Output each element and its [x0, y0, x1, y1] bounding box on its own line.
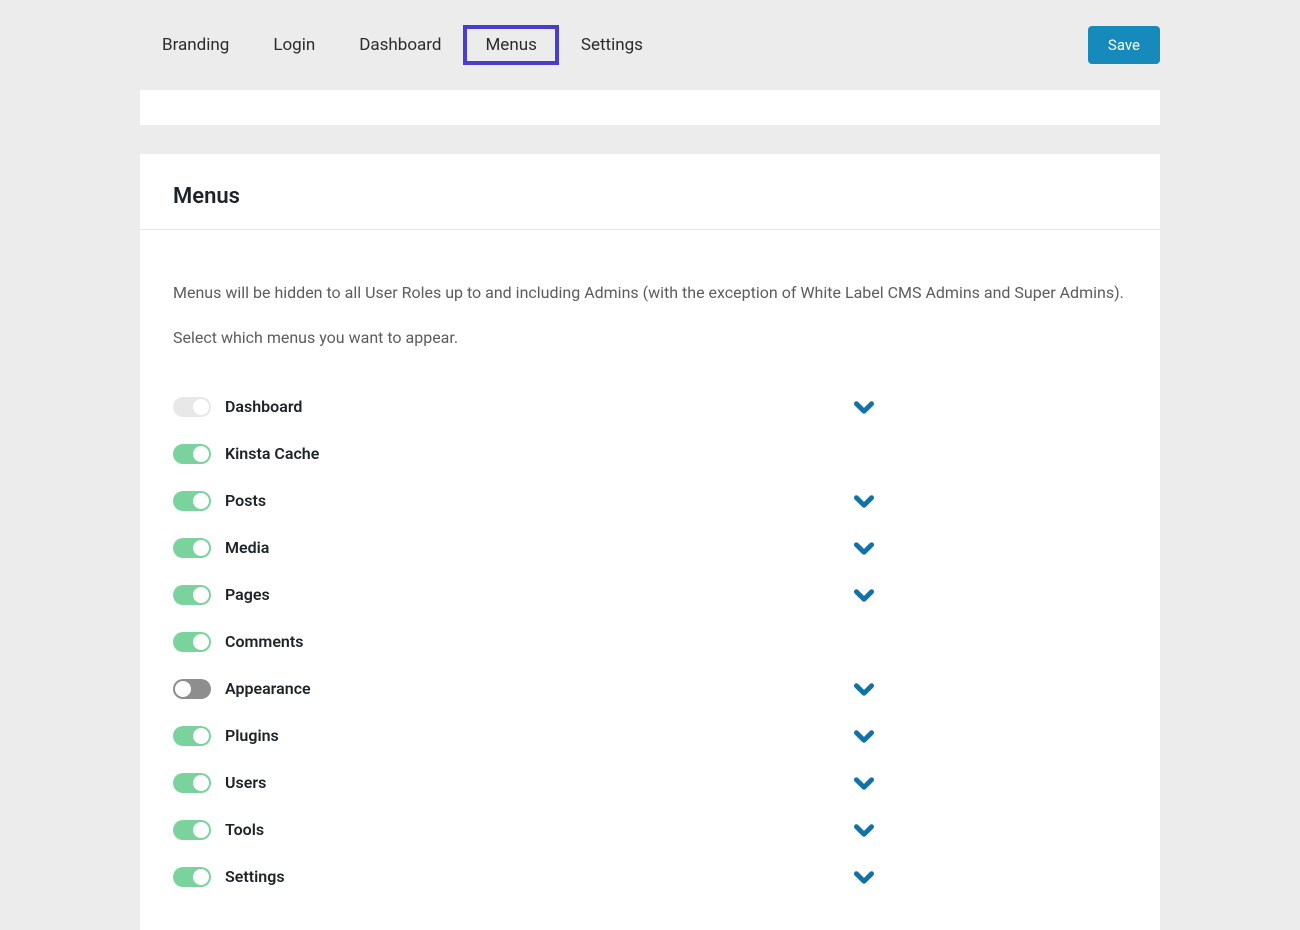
tab-branding[interactable]: Branding — [140, 25, 251, 65]
menu-item-label: Users — [225, 773, 851, 792]
menu-item-row: Plugins — [173, 712, 1127, 759]
menu-item-row: Posts — [173, 477, 1127, 524]
toggle-settings[interactable] — [173, 867, 211, 887]
panel-header: Menus — [140, 154, 1160, 230]
menu-item-row: Comments — [173, 618, 1127, 665]
header-bar: Branding Login Dashboard Menus Settings … — [0, 0, 1300, 90]
menu-item-label: Media — [225, 538, 851, 557]
panel-description: Menus will be hidden to all User Roles u… — [173, 280, 1127, 306]
chevron-down-icon[interactable] — [851, 676, 877, 702]
tab-dashboard[interactable]: Dashboard — [337, 25, 463, 65]
tab-settings[interactable]: Settings — [559, 25, 665, 65]
menu-item-label: Posts — [225, 491, 851, 510]
chevron-down-icon[interactable] — [851, 770, 877, 796]
menus-panel: Menus Menus will be hidden to all User R… — [140, 154, 1160, 930]
panel-body: Menus will be hidden to all User Roles u… — [140, 230, 1160, 930]
menu-item-label: Dashboard — [225, 397, 851, 416]
panel-instructions: Select which menus you want to appear. — [173, 328, 1127, 347]
tab-login[interactable]: Login — [251, 25, 337, 65]
menu-item-label: Pages — [225, 585, 851, 604]
menu-item-row: Kinsta Cache — [173, 430, 1127, 477]
menu-item-label: Tools — [225, 820, 851, 839]
menu-item-label: Plugins — [225, 726, 851, 745]
toggle-comments[interactable] — [173, 632, 211, 652]
menu-item-label: Settings — [225, 867, 851, 886]
chevron-down-icon[interactable] — [851, 817, 877, 843]
content-container: Menus Menus will be hidden to all User R… — [140, 90, 1160, 930]
toggle-dashboard[interactable] — [173, 397, 211, 417]
chevron-down-icon[interactable] — [851, 723, 877, 749]
chevron-down-icon[interactable] — [851, 535, 877, 561]
panel-title: Menus — [173, 184, 1127, 209]
menu-items-list: Dashboard Kinsta Cache Posts Media Pages Comm… — [173, 383, 1127, 900]
toggle-plugins[interactable] — [173, 726, 211, 746]
toggle-kinsta-cache[interactable] — [173, 444, 211, 464]
menu-item-row: Dashboard — [173, 383, 1127, 430]
menu-item-row: Pages — [173, 571, 1127, 618]
toggle-media[interactable] — [173, 538, 211, 558]
toggle-appearance[interactable] — [173, 679, 211, 699]
chevron-down-icon[interactable] — [851, 582, 877, 608]
toggle-pages[interactable] — [173, 585, 211, 605]
menu-item-row: Appearance — [173, 665, 1127, 712]
top-spacer-card — [140, 90, 1160, 125]
menu-item-row: Settings — [173, 853, 1127, 900]
menu-item-row: Media — [173, 524, 1127, 571]
save-button[interactable]: Save — [1088, 26, 1160, 64]
chevron-down-icon[interactable] — [851, 394, 877, 420]
tab-menus[interactable]: Menus — [463, 25, 558, 65]
menu-item-row: Users — [173, 759, 1127, 806]
menu-item-label: Comments — [225, 632, 851, 651]
chevron-down-icon[interactable] — [851, 488, 877, 514]
menu-item-row: Tools — [173, 806, 1127, 853]
menu-item-label: Kinsta Cache — [225, 444, 851, 463]
toggle-users[interactable] — [173, 773, 211, 793]
toggle-tools[interactable] — [173, 820, 211, 840]
toggle-posts[interactable] — [173, 491, 211, 511]
chevron-down-icon[interactable] — [851, 864, 877, 890]
menu-item-label: Appearance — [225, 679, 851, 698]
tab-list: Branding Login Dashboard Menus Settings — [140, 25, 665, 65]
